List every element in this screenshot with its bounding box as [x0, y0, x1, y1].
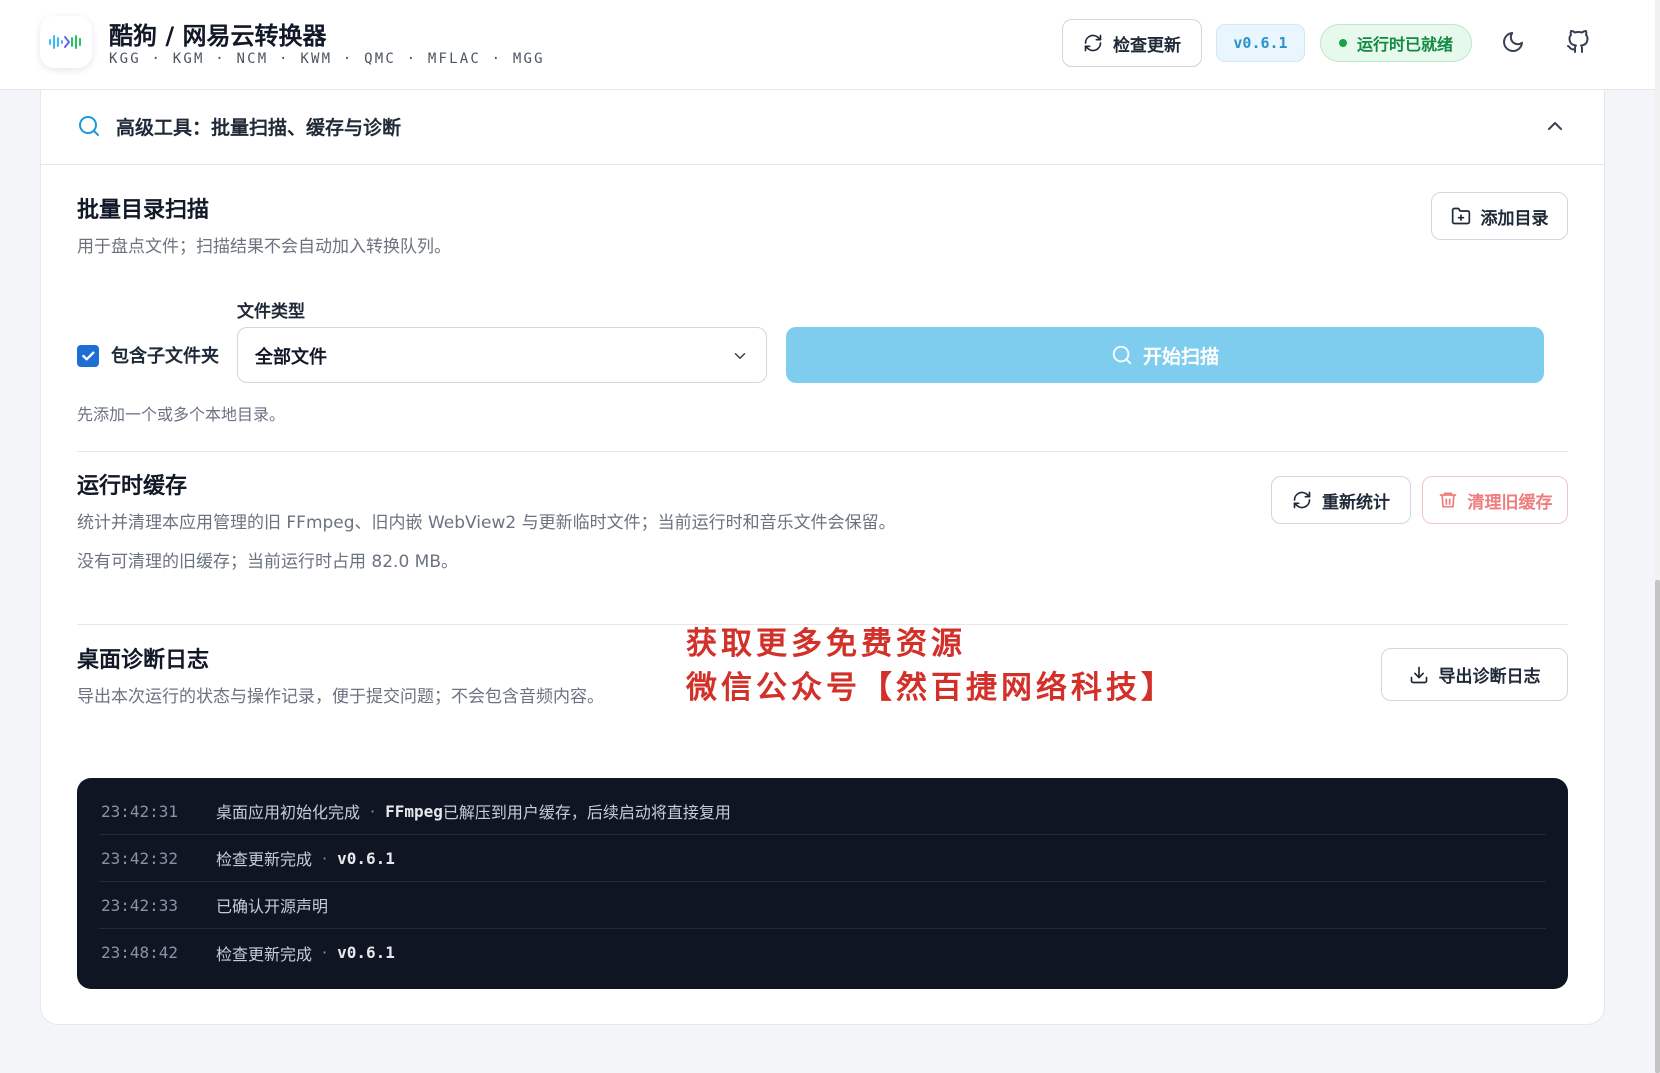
file-type-label: 文件类型 [237, 302, 305, 322]
version-badge: v0.6.1 [1216, 24, 1305, 62]
app-title: 酷狗 / 网易云转换器 [109, 22, 327, 50]
log-separator: · [370, 801, 376, 821]
batch-scan-title: 批量目录扫描 [77, 198, 210, 223]
start-scan-button[interactable]: 开始扫描 [786, 327, 1544, 383]
log-message: 检查更新完成 [216, 944, 313, 964]
moon-icon [1503, 32, 1523, 52]
log-message: 检查更新完成 [216, 850, 313, 869]
app-logo [40, 16, 92, 68]
theme-toggle-button[interactable] [1493, 22, 1533, 62]
runtime-cache-title: 运行时缓存 [77, 474, 188, 499]
log-detail-strong: FFmpeg [385, 801, 443, 821]
advanced-tools-header[interactable]: 高级工具：批量扫描、缓存与诊断 [41, 90, 1604, 165]
log-time: 23:42:31 [101, 801, 179, 821]
promo-line-2: 微信公众号【然百捷网络科技】 [686, 670, 1176, 706]
runtime-status-badge: 运行时已就绪 [1320, 24, 1472, 62]
export-diagnostics-button[interactable]: 导出诊断日志 [1381, 648, 1568, 701]
log-time: 23:42:32 [101, 848, 179, 868]
runtime-cache-description: 统计并清理本应用管理的旧 FFmpeg、旧内嵌 WebView2 与更新临时文件… [77, 513, 896, 533]
status-dot-icon [1338, 39, 1347, 47]
promo-line-1: 获取更多免费资源 [686, 626, 966, 662]
log-separator: · [322, 848, 328, 868]
log-entry: 23:42:32 检查更新完成 · v0.6.1 [99, 835, 1546, 882]
log-time: 23:42:33 [101, 895, 179, 915]
page-scrollbar-thumb[interactable] [1655, 580, 1660, 1073]
search-icon [1112, 345, 1132, 365]
clear-cache-label: 清理旧缓存 [1467, 492, 1553, 513]
waveform-icon [49, 35, 81, 49]
log-entry: 23:48:42 检查更新完成 · v0.6.1 [99, 929, 1546, 976]
batch-scan-description: 用于盘点文件；扫描结果不会自动加入转换队列。 [77, 237, 451, 257]
section-divider [77, 451, 1568, 452]
check-update-label: 检查更新 [1113, 35, 1181, 56]
download-icon [1410, 666, 1427, 683]
search-icon [79, 116, 99, 136]
promo-watermark: 获取更多免费资源 微信公众号【然百捷网络科技】 [686, 622, 1176, 710]
recount-cache-button[interactable]: 重新统计 [1271, 476, 1411, 524]
log-detail: 已解压到用户缓存，后续启动将直接复用 [442, 803, 731, 822]
clear-cache-button[interactable]: 清理旧缓存 [1422, 476, 1568, 524]
checkmark-icon [82, 351, 95, 361]
advanced-tools-card: 高级工具：批量扫描、缓存与诊断 批量目录扫描 用于盘点文件；扫描结果不会自动加入… [40, 90, 1605, 1025]
trash-icon [1439, 492, 1456, 508]
supported-formats: KGG · KGM · NCM · KWM · QMC · MFLAC · MG… [109, 51, 545, 67]
log-detail-strong: v0.6.1 [337, 943, 395, 962]
export-diagnostics-label: 导出诊断日志 [1438, 667, 1541, 687]
chevron-down-icon [734, 353, 746, 359]
include-subfolders-checkbox[interactable] [77, 345, 99, 367]
log-separator: · [322, 943, 328, 962]
include-subfolders-label[interactable]: 包含子文件夹 [111, 342, 219, 368]
app-header: 酷狗 / 网易云转换器 KGG · KGM · NCM · KWM · QMC … [0, 0, 1655, 90]
refresh-icon [1084, 34, 1102, 52]
runtime-status-label: 运行时已就绪 [1356, 35, 1453, 54]
runtime-cache-status: 没有可清理的旧缓存；当前运行时占用 82.0 MB。 [77, 552, 458, 572]
log-message: 已确认开源声明 [216, 897, 329, 916]
log-entry: 23:42:31 桌面应用初始化完成 · FFmpeg 已解压到用户缓存，后续启… [99, 788, 1546, 835]
diagnostics-description: 导出本次运行的状态与操作记录，便于提交问题；不会包含音频内容。 [77, 687, 604, 707]
file-type-select[interactable]: 全部文件 [237, 327, 767, 383]
diagnostics-log-panel: 23:42:31 桌面应用初始化完成 · FFmpeg 已解压到用户缓存，后续启… [77, 778, 1568, 989]
check-update-button[interactable]: 检查更新 [1062, 19, 1202, 67]
github-icon [1567, 30, 1589, 53]
diagnostics-title: 桌面诊断日志 [77, 648, 210, 673]
chevron-up-icon[interactable] [1543, 114, 1567, 138]
log-time: 23:48:42 [101, 943, 179, 962]
file-type-value: 全部文件 [255, 347, 327, 368]
add-directory-button[interactable]: 添加目录 [1431, 192, 1568, 240]
scan-hint: 先添加一个或多个本地目录。 [77, 405, 286, 424]
log-entry: 23:42:33 已确认开源声明 [99, 882, 1546, 929]
add-directory-label: 添加目录 [1480, 208, 1549, 229]
start-scan-label: 开始扫描 [1142, 345, 1219, 368]
refresh-icon [1293, 491, 1311, 509]
folder-plus-icon [1451, 207, 1470, 225]
log-message: 桌面应用初始化完成 [216, 803, 361, 822]
advanced-tools-title: 高级工具：批量扫描、缓存与诊断 [116, 117, 402, 139]
log-detail-strong: v0.6.1 [337, 848, 395, 868]
recount-cache-label: 重新统计 [1322, 492, 1390, 513]
github-button[interactable] [1558, 22, 1598, 62]
